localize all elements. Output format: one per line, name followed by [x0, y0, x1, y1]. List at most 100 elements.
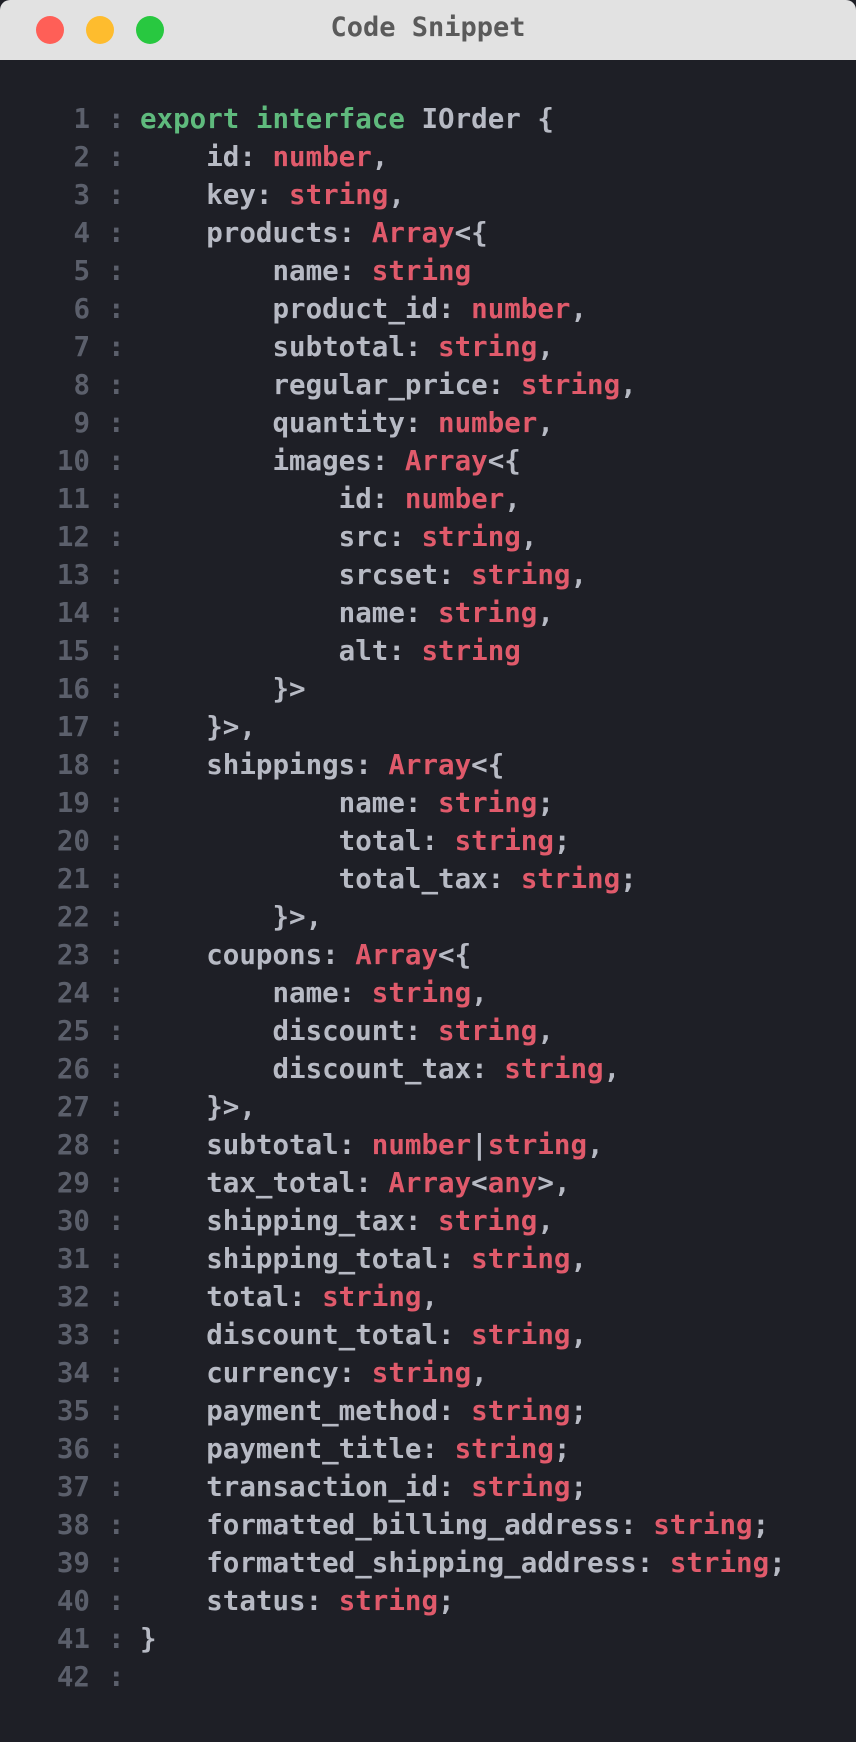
- code-line: 14: name: string,: [0, 594, 856, 632]
- line-number: 24: [56, 977, 90, 1009]
- code-token-id: discount_tax:: [140, 1053, 505, 1085]
- code-token-type: string: [338, 1585, 439, 1617]
- line-separator: :: [108, 901, 125, 933]
- line-number: 41: [56, 1623, 90, 1655]
- line-separator: :: [108, 597, 125, 629]
- line-source: }>,: [140, 708, 256, 746]
- code-token-punc: <{: [487, 445, 521, 477]
- code-line: 28: subtotal: number|string,: [0, 1126, 856, 1164]
- line-number: 38: [56, 1509, 90, 1541]
- code-line: 37: transaction_id: string;: [0, 1468, 856, 1506]
- line-separator: :: [108, 787, 125, 819]
- code-token-id: shipping_total:: [140, 1243, 472, 1275]
- code-token-id: status:: [140, 1585, 339, 1617]
- code-token-punc: ,: [587, 1129, 604, 1161]
- code-token-kw: export interface: [140, 103, 405, 135]
- line-source: src: string,: [140, 518, 538, 556]
- line-source: product_id: number,: [140, 290, 587, 328]
- line-number: 5: [73, 255, 90, 287]
- code-token-type: string: [471, 1471, 571, 1503]
- code-token-punc: ,: [570, 1319, 588, 1351]
- code-line: 36: payment_title: string;: [0, 1430, 856, 1468]
- code-token-punc: <: [471, 1167, 488, 1199]
- line-number: 42: [56, 1661, 90, 1693]
- code-token-punc: ,: [471, 1357, 488, 1389]
- code-token-id: quantity:: [140, 407, 439, 439]
- line-separator: :: [108, 1623, 125, 1655]
- code-token-type: string: [421, 521, 521, 553]
- code-token-punc: }>,: [140, 711, 256, 743]
- line-separator: :: [108, 179, 125, 211]
- line-source: total: string,: [140, 1278, 438, 1316]
- code-line: 2: id: number,: [0, 138, 856, 176]
- line-separator: :: [108, 1319, 125, 1351]
- code-token-type: number: [272, 141, 372, 173]
- line-number: 12: [56, 521, 90, 553]
- code-token-id: name:: [140, 787, 439, 819]
- line-source: }>,: [140, 1088, 256, 1126]
- line-separator: :: [108, 1547, 125, 1579]
- code-token-id: product_id:: [140, 293, 472, 325]
- code-token-type: string: [454, 1433, 554, 1465]
- line-source: coupons: Array<{: [140, 936, 471, 974]
- line-number: 22: [56, 901, 90, 933]
- line-number: 19: [56, 787, 90, 819]
- code-token-type: Array: [404, 445, 488, 477]
- line-source: srcset: string,: [140, 556, 587, 594]
- code-token-type: string: [289, 179, 389, 211]
- code-line: 6: product_id: number,: [0, 290, 856, 328]
- code-token-type: string: [653, 1509, 753, 1541]
- code-token-type: string: [471, 559, 571, 591]
- line-number: 15: [56, 635, 90, 667]
- code-token-type: string: [454, 825, 554, 857]
- code-token-punc: ,: [537, 1205, 554, 1237]
- code-token-punc: ,: [570, 559, 588, 591]
- line-separator: :: [108, 1091, 125, 1123]
- line-source: shippings: Array<{: [140, 746, 504, 784]
- code-token-type: string: [371, 255, 472, 287]
- line-number: 8: [73, 369, 90, 401]
- line-separator: :: [108, 749, 125, 781]
- line-number: 20: [56, 825, 90, 857]
- code-token-id: regular_price:: [140, 369, 521, 401]
- code-token-id: total:: [140, 1281, 323, 1313]
- line-source: }>,: [140, 898, 322, 936]
- line-separator: :: [108, 1281, 125, 1313]
- code-token-punc: ,: [471, 977, 488, 1009]
- line-source: transaction_id: string;: [140, 1468, 587, 1506]
- code-token-type: string: [669, 1547, 770, 1579]
- code-token-id: id:: [140, 141, 273, 173]
- code-token-id: total:: [140, 825, 455, 857]
- code-token-id: coupons:: [140, 939, 356, 971]
- code-token-type: string: [438, 1015, 538, 1047]
- line-source: }: [140, 1620, 157, 1658]
- line-number: 35: [56, 1395, 90, 1427]
- code-line: 20: total: string;: [0, 822, 856, 860]
- code-token-punc: }>,: [140, 1091, 256, 1123]
- line-source: shipping_total: string,: [140, 1240, 587, 1278]
- code-token-punc: ,: [570, 1243, 588, 1275]
- code-token-id: src:: [140, 521, 422, 553]
- code-token-punc: ;: [570, 1471, 588, 1503]
- line-source: name: string;: [140, 784, 554, 822]
- code-line: 3: key: string,: [0, 176, 856, 214]
- code-token-punc: >,: [537, 1167, 571, 1199]
- code-line: 32: total: string,: [0, 1278, 856, 1316]
- title-bar: Code Snippet: [0, 0, 856, 60]
- code-line: 17: }>,: [0, 708, 856, 746]
- line-separator: :: [108, 255, 125, 287]
- code-token-id: discount_total:: [140, 1319, 472, 1351]
- line-separator: :: [108, 141, 125, 173]
- line-separator: :: [108, 483, 125, 515]
- code-token-type: Array: [388, 1167, 472, 1199]
- code-line: 35: payment_method: string;: [0, 1392, 856, 1430]
- line-separator: :: [108, 1205, 125, 1237]
- line-number: 26: [56, 1053, 90, 1085]
- line-source: total_tax: string;: [140, 860, 637, 898]
- code-line: 19: name: string;: [0, 784, 856, 822]
- code-token-punc: ;: [620, 863, 637, 895]
- code-token-punc: ;: [752, 1509, 770, 1541]
- code-token-id: products:: [140, 217, 372, 249]
- code-line: 1: export interface IOrder {: [0, 100, 856, 138]
- code-token-id: payment_title:: [140, 1433, 455, 1465]
